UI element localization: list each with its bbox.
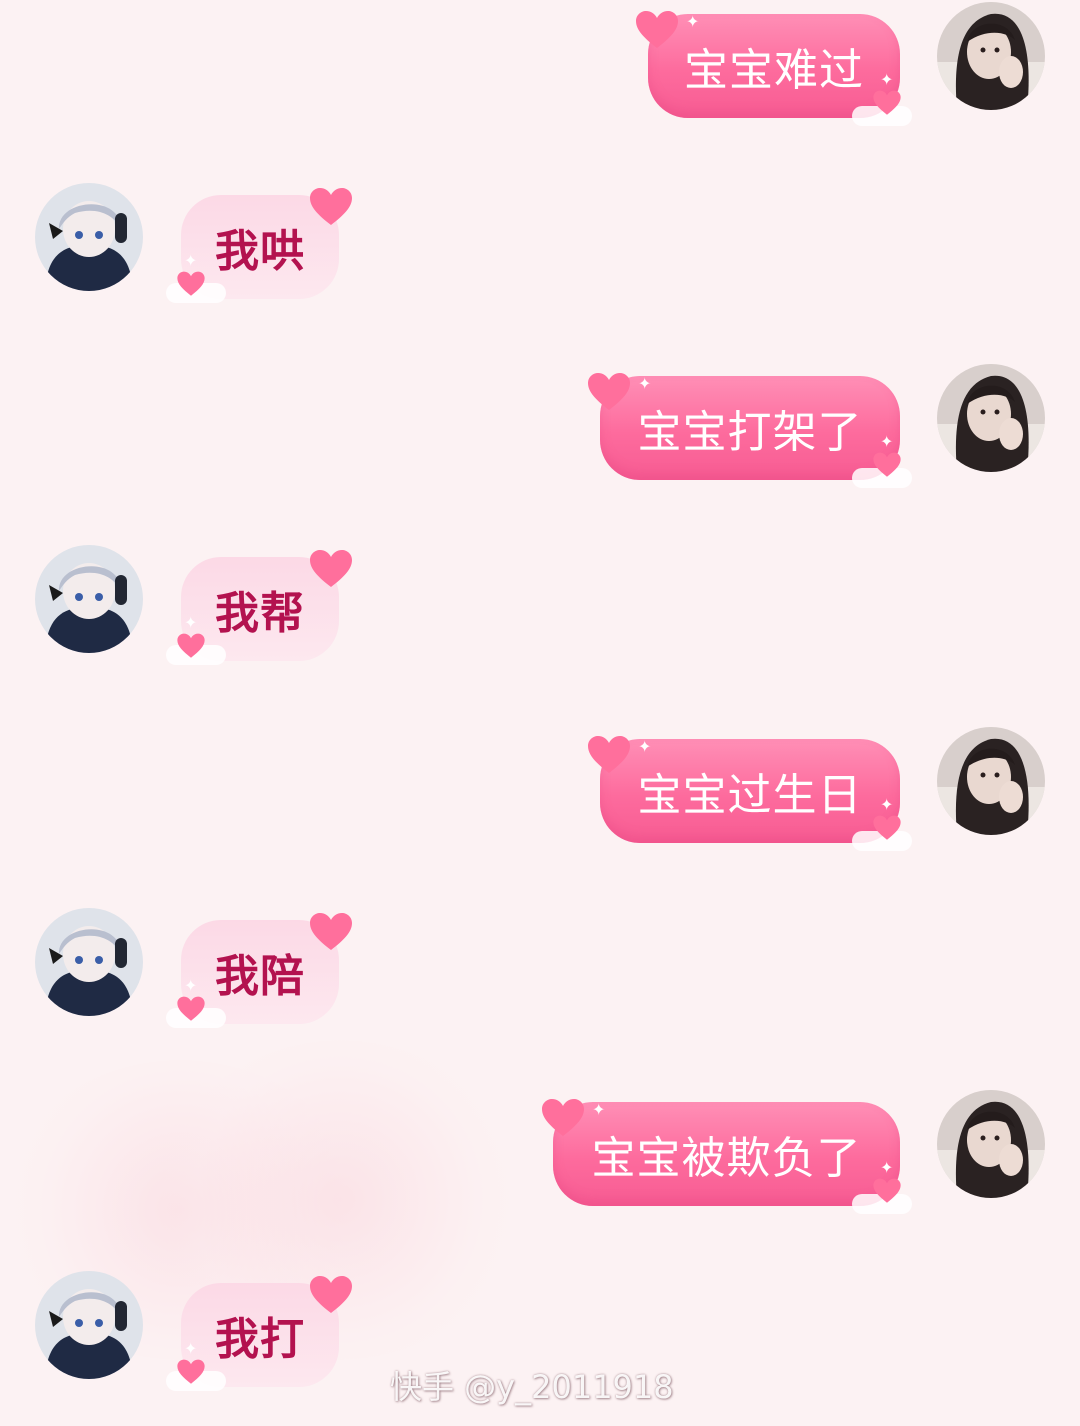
watermark-text: 快手 @y_2011918 (390, 1368, 674, 1406)
heart-icon (308, 912, 354, 952)
message-row-received: 我陪 ✦ (0, 908, 1080, 1028)
girl-avatar[interactable] (937, 2, 1045, 110)
message-text: 宝宝过生日 (637, 770, 863, 821)
message-text: 我哄 (215, 226, 305, 277)
sparkle-icon: ✦ (184, 613, 198, 632)
sparkle-icon: ✦ (880, 1158, 894, 1177)
heart-icon (308, 1275, 354, 1315)
heart-icon (634, 10, 680, 50)
sparkle-icon: ✦ (184, 976, 198, 995)
heart-icon (540, 1098, 586, 1138)
heart-icon (176, 633, 206, 659)
message-text: 宝宝被欺负了 (591, 1133, 862, 1184)
sparkle-icon: ✦ (592, 1100, 606, 1119)
girl-avatar[interactable] (937, 727, 1045, 835)
heart-icon (308, 187, 354, 227)
sparkle-icon: ✦ (638, 737, 652, 756)
anime-avatar[interactable] (35, 908, 143, 1016)
girl-avatar[interactable] (937, 364, 1045, 472)
heart-icon (176, 271, 206, 297)
heart-icon (176, 996, 206, 1022)
sparkle-icon: ✦ (880, 795, 894, 814)
sparkle-icon: ✦ (184, 251, 198, 270)
heart-icon (586, 735, 632, 775)
heart-icon (586, 372, 632, 412)
anime-avatar[interactable] (35, 183, 143, 291)
heart-icon (308, 549, 354, 589)
message-row-received: 我哄 ✦ (0, 183, 1080, 303)
heart-icon (872, 90, 902, 116)
heart-icon (872, 815, 902, 841)
message-text: 宝宝难过 (684, 45, 864, 96)
message-row-sent: 宝宝过生日 ✦ ✦ (0, 727, 1080, 851)
sparkle-icon: ✦ (686, 12, 700, 31)
message-row-sent: 宝宝被欺负了 ✦ ✦ (0, 1090, 1080, 1214)
sparkle-icon: ✦ (880, 432, 894, 451)
anime-avatar[interactable] (35, 545, 143, 653)
sparkle-icon: ✦ (880, 70, 894, 89)
sparkle-icon: ✦ (638, 374, 652, 393)
heart-icon (872, 452, 902, 478)
anime-avatar[interactable] (35, 1271, 143, 1379)
message-row-sent: 宝宝打架了 ✦ ✦ (0, 364, 1080, 488)
message-row-sent: 宝宝难过 ✦ ✦ (0, 2, 1080, 126)
sparkle-icon: ✦ (184, 1339, 198, 1358)
heart-icon (872, 1178, 902, 1204)
girl-avatar[interactable] (937, 1090, 1045, 1198)
message-text: 我帮 (215, 588, 305, 639)
message-row-received: 我帮 ✦ (0, 545, 1080, 665)
message-text: 我陪 (215, 951, 305, 1002)
message-text: 我打 (215, 1314, 305, 1365)
message-text: 宝宝打架了 (637, 407, 863, 458)
heart-icon (176, 1359, 206, 1385)
